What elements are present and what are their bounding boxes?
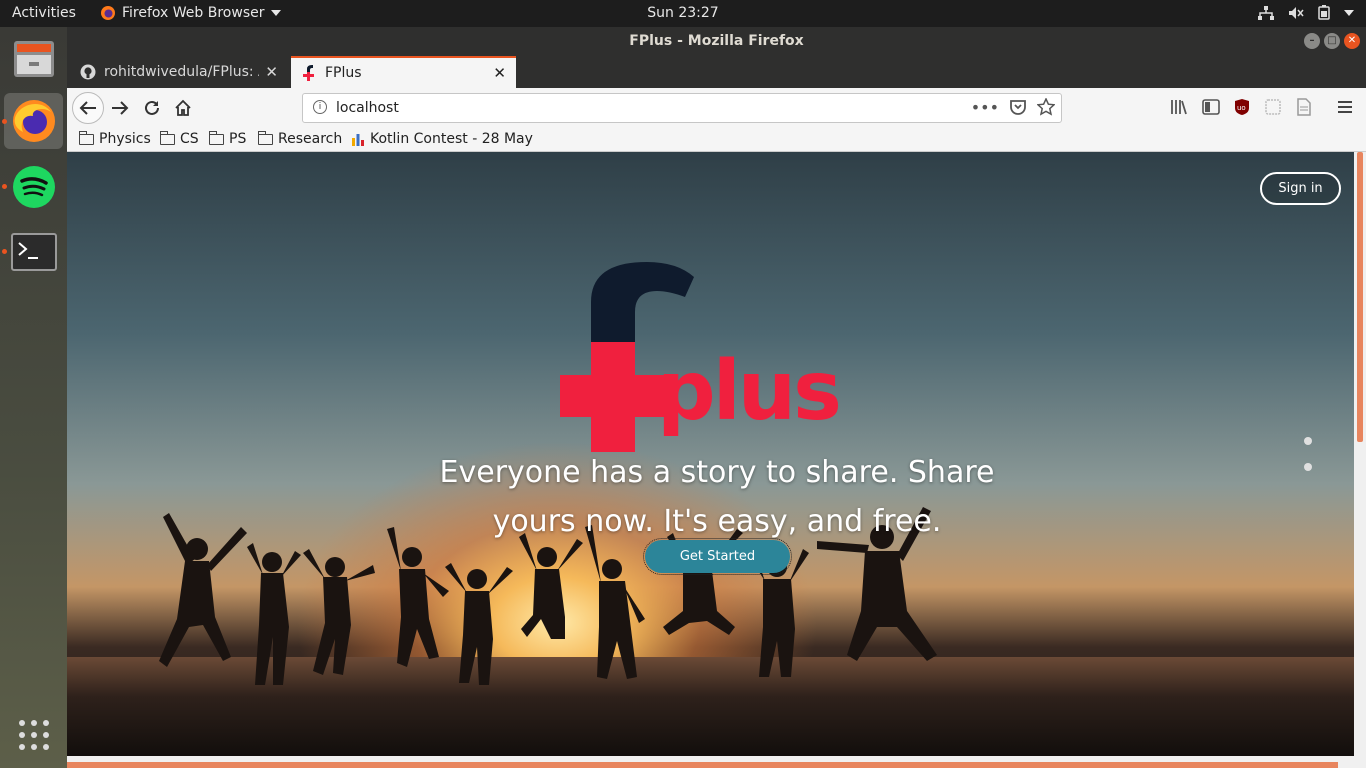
hamburger-menu-icon[interactable] [1336, 99, 1354, 115]
ublock-origin-icon[interactable]: uo [1234, 98, 1250, 116]
reload-button[interactable] [140, 96, 164, 120]
home-icon [175, 99, 191, 116]
running-indicator [2, 249, 7, 254]
folder-icon [159, 130, 175, 145]
terminal-icon [10, 233, 57, 271]
fplus-logo: plus [557, 257, 857, 461]
close-tab-icon[interactable]: ✕ [265, 63, 278, 81]
back-button[interactable] [72, 92, 104, 124]
sign-in-button[interactable]: Sign in [1260, 172, 1341, 205]
bookmark-folder-ps[interactable]: PS [208, 130, 247, 147]
forward-button[interactable] [108, 96, 132, 120]
hero-tagline: Everyone has a story to share. Share you… [439, 455, 995, 539]
dock-firefox[interactable] [4, 93, 63, 149]
dock [0, 27, 67, 768]
dock-files[interactable] [4, 31, 63, 87]
fplus-logo-mark: plus [560, 262, 842, 452]
slide-dot-1[interactable] [1304, 437, 1312, 445]
logo-text: plus [657, 344, 839, 439]
reload-icon [145, 100, 159, 115]
running-indicator [2, 184, 7, 189]
files-icon [13, 41, 54, 77]
maximize-button[interactable]: □ [1324, 33, 1340, 49]
url-bar[interactable]: i localhost ••• [302, 93, 1062, 123]
system-tray[interactable] [1258, 5, 1354, 20]
minimize-button[interactable]: – [1304, 33, 1320, 49]
sidebar-icon[interactable] [1202, 99, 1220, 115]
folder-icon [78, 130, 94, 145]
dock-terminal[interactable] [4, 224, 63, 280]
page-content: Sign in plus Everyone has a story to sha… [67, 152, 1366, 768]
fplus-favicon [303, 65, 314, 81]
running-indicator [2, 119, 7, 124]
close-tab-icon[interactable]: ✕ [493, 64, 506, 82]
gnome-top-bar: Activities Firefox Web Browser Sun 23:27 [0, 0, 1366, 27]
spotify-icon [12, 166, 55, 208]
folder-icon [257, 130, 273, 145]
bookmark-folder-research[interactable]: Research [257, 130, 343, 147]
bookmark-folder-physics[interactable]: Physics [78, 130, 151, 147]
tab-github[interactable]: rohitdwivedula/FPlus: A ✕ [70, 56, 288, 88]
bookmark-label: Physics [99, 131, 151, 147]
url-input[interactable]: localhost [336, 100, 399, 116]
url-actions: ••• [971, 98, 1055, 117]
get-started-button[interactable]: Get Started [643, 538, 792, 575]
volume-muted-icon [1289, 6, 1304, 19]
nav-bar: i localhost ••• uo [67, 88, 1366, 128]
tab-label: rohitdwivedula/FPlus: A [104, 64, 260, 80]
dock-spotify[interactable] [4, 159, 63, 215]
window-controls: – □ ✕ [1304, 33, 1360, 49]
info-icon[interactable]: i [313, 100, 327, 114]
chart-bars-icon [352, 134, 364, 146]
page-actions-icon[interactable]: ••• [971, 98, 999, 117]
tab-label: FPlus [325, 65, 362, 81]
arrow-right-icon [112, 101, 129, 115]
pocket-icon[interactable] [1009, 98, 1027, 116]
arrow-left-icon [79, 101, 96, 115]
toolbar-right: uo [1170, 98, 1354, 116]
bookmark-label: CS [180, 131, 199, 147]
slide-dot-2[interactable] [1304, 463, 1312, 471]
window-title: FPlus - Mozilla Firefox [629, 33, 804, 49]
bookmark-label: PS [229, 131, 247, 147]
folder-icon [208, 130, 224, 145]
bookmark-kotlin-contest[interactable]: Kotlin Contest - 28 May [351, 131, 533, 147]
tab-fplus[interactable]: FPlus ✕ [291, 56, 516, 88]
firefox-window: FPlus - Mozilla Firefox – □ ✕ rohitdwive… [67, 27, 1366, 768]
bookmark-star-icon[interactable] [1037, 98, 1055, 116]
battery-icon [1318, 5, 1330, 20]
svg-text:uo: uo [1237, 104, 1246, 112]
show-applications-button[interactable] [4, 707, 63, 763]
firefox-icon [12, 100, 55, 142]
bookmark-folder-cs[interactable]: CS [159, 130, 199, 147]
page-scrollbar[interactable] [1357, 152, 1363, 442]
page-icon[interactable] [1296, 98, 1312, 116]
extension-icon[interactable] [1264, 98, 1282, 116]
network-icon [1258, 5, 1274, 20]
section-divider [67, 762, 1338, 768]
app-grid-icon [18, 720, 49, 750]
close-window-button[interactable]: ✕ [1344, 33, 1360, 49]
bookmark-label: Research [278, 131, 343, 147]
chevron-down-icon [1344, 9, 1354, 16]
bookmark-label: Kotlin Contest - 28 May [370, 131, 533, 147]
library-icon[interactable] [1170, 98, 1188, 116]
bookmarks-toolbar: Physics CS PS Research Kotlin Contest - … [67, 128, 1366, 152]
home-button[interactable] [171, 96, 195, 120]
clock[interactable]: Sun 23:27 [0, 5, 1366, 21]
tab-strip: rohitdwivedula/FPlus: A ✕ FPlus ✕ + [67, 55, 1366, 112]
github-icon [80, 64, 96, 80]
title-bar[interactable]: FPlus - Mozilla Firefox – □ ✕ [67, 27, 1366, 55]
